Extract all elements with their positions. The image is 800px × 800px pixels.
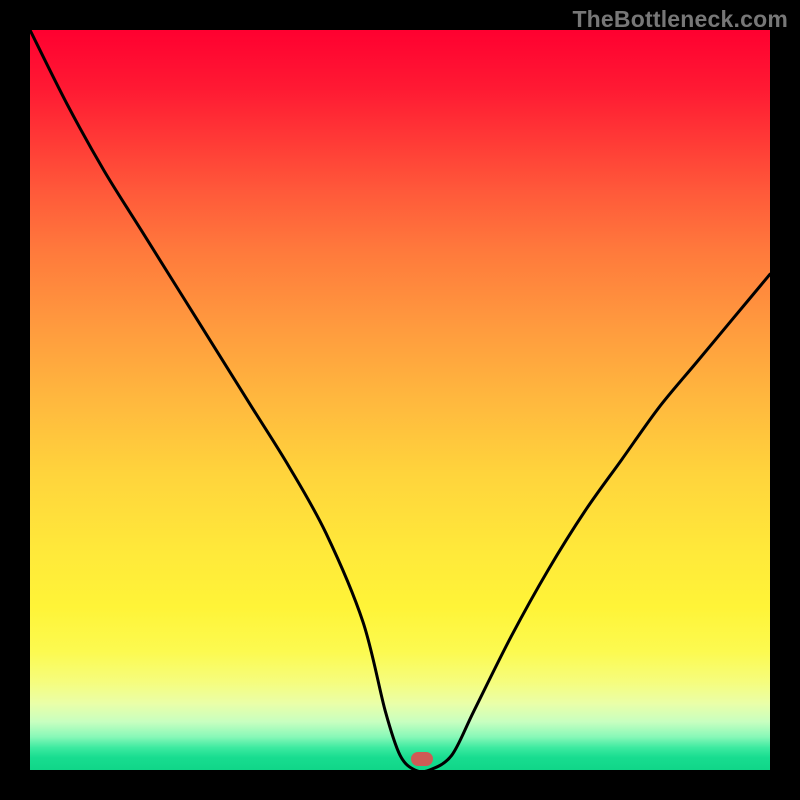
bottleneck-curve xyxy=(30,30,770,770)
outer-frame: TheBottleneck.com xyxy=(0,0,800,800)
watermark-text: TheBottleneck.com xyxy=(572,6,788,33)
plot-area xyxy=(30,30,770,770)
optimal-marker xyxy=(411,752,433,765)
